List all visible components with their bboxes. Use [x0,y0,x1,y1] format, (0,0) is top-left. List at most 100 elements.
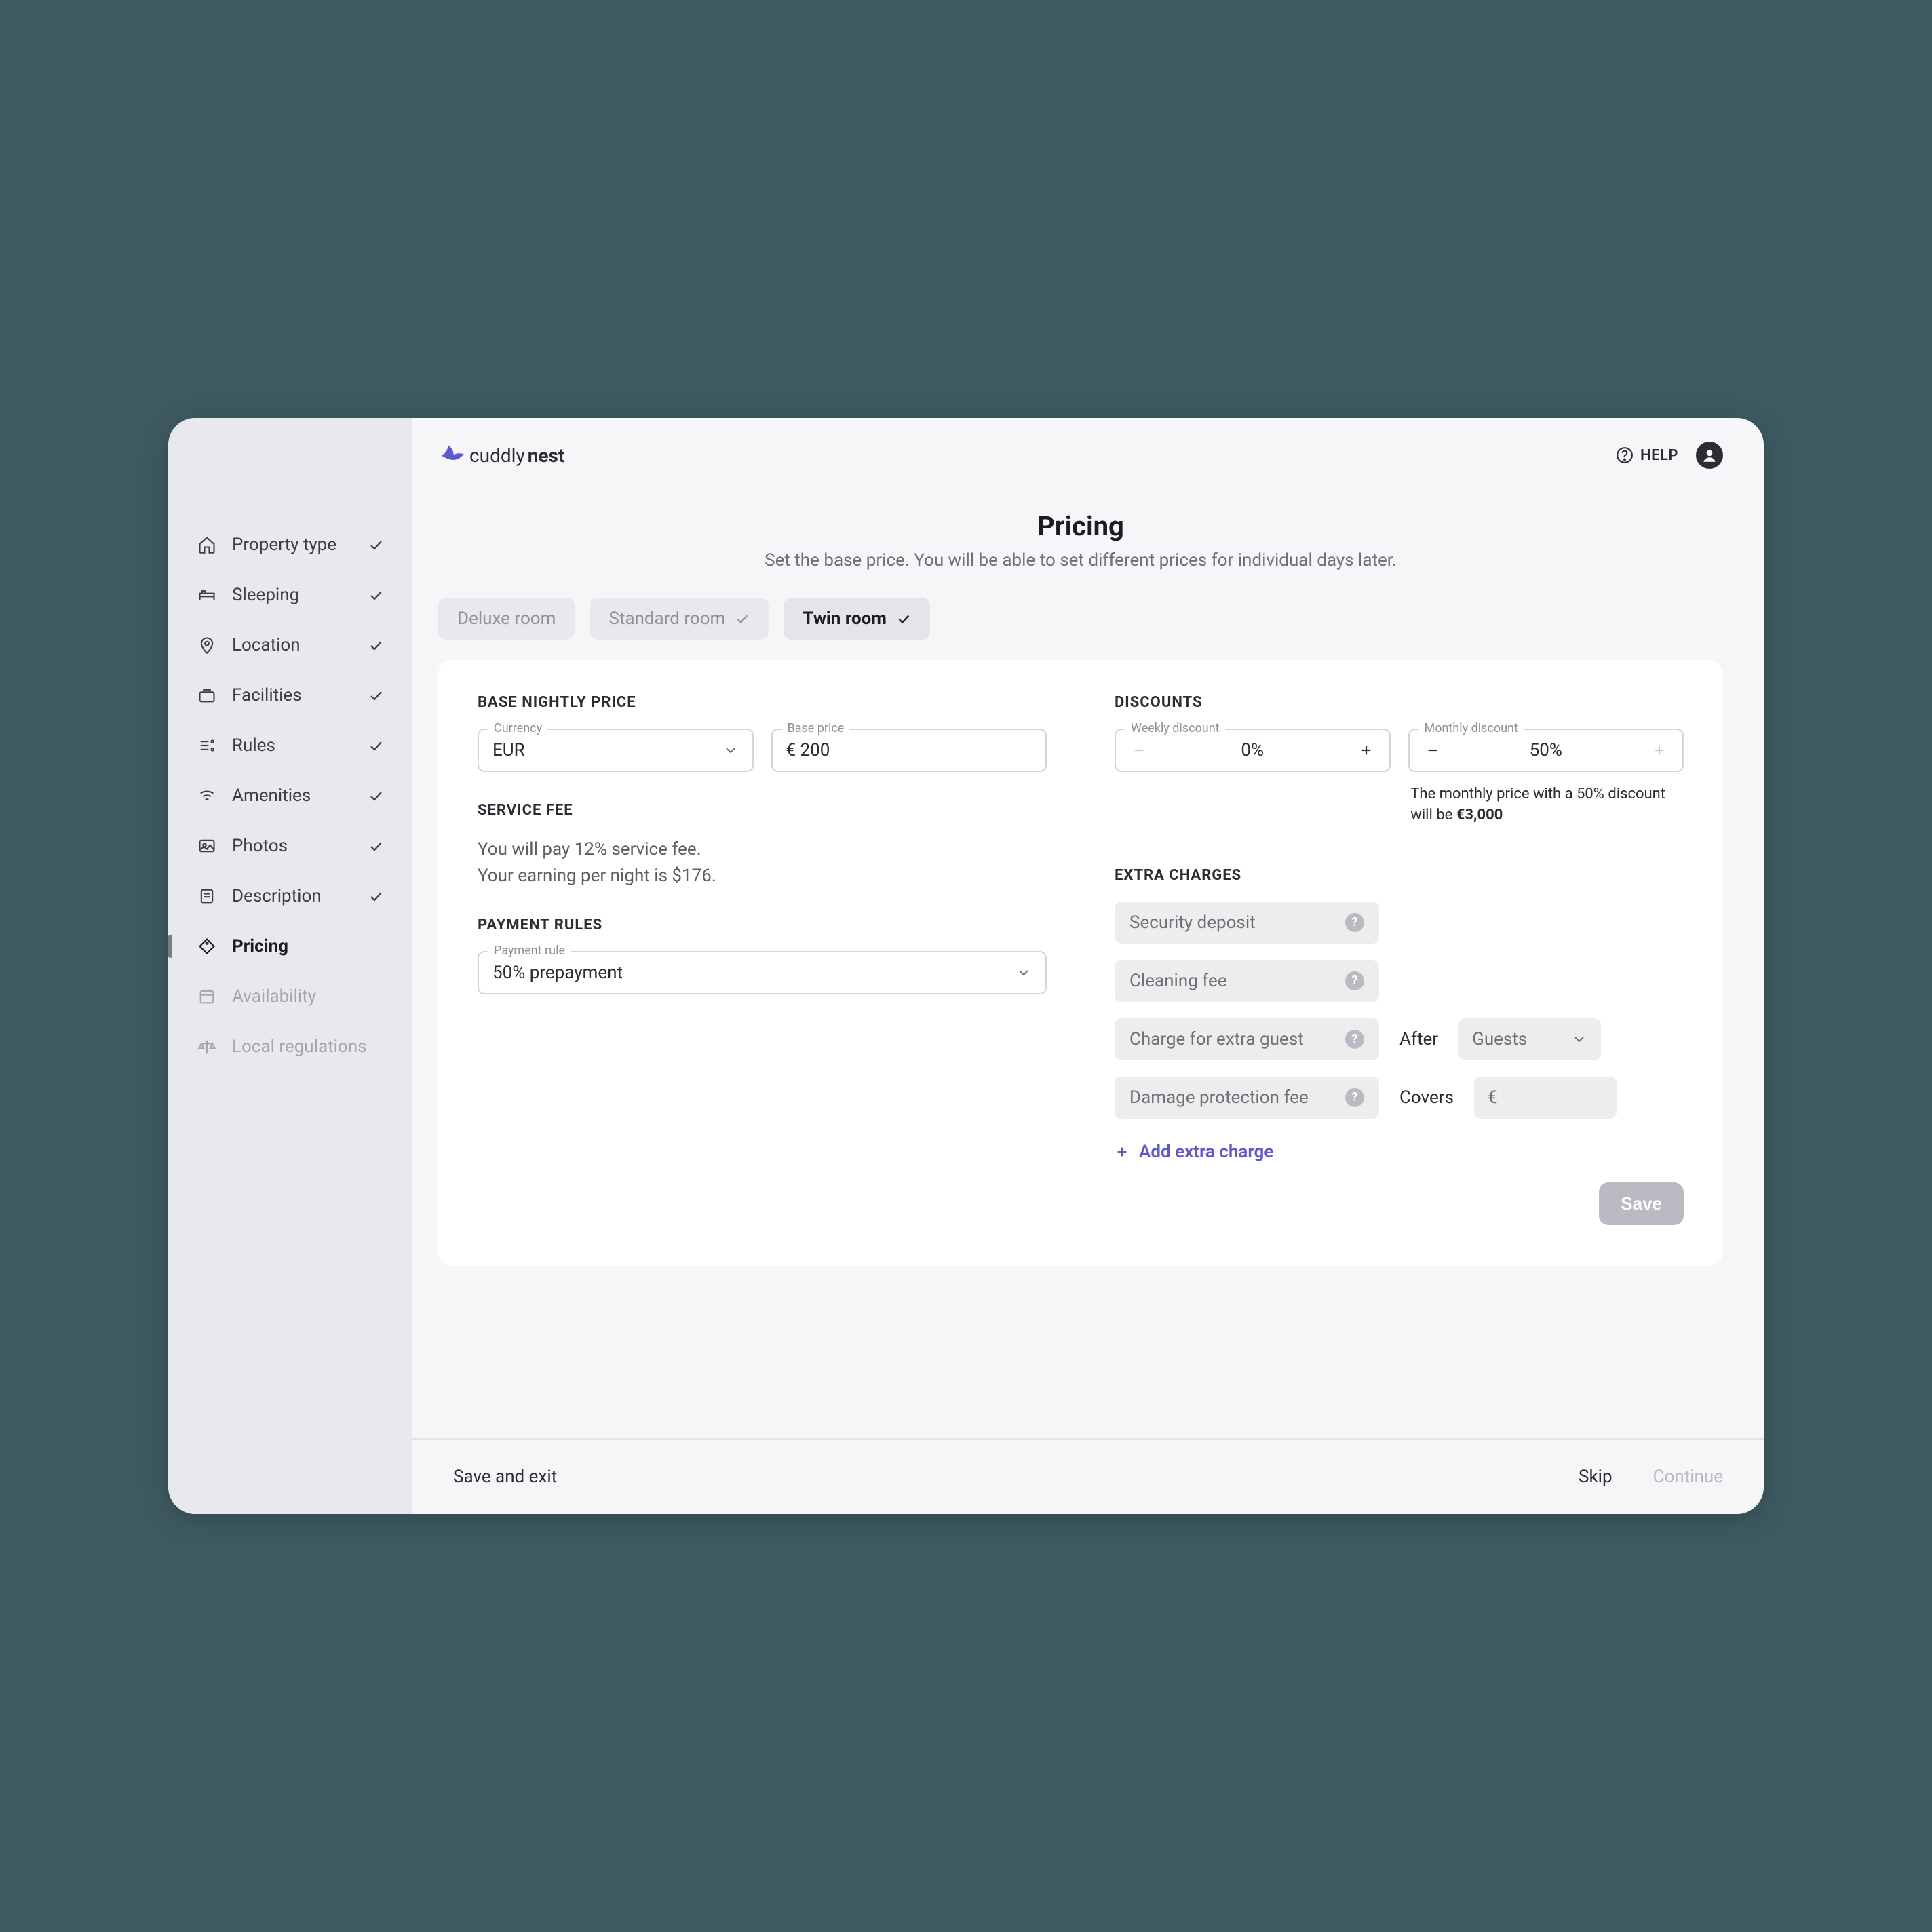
weekly-discount-value: 0% [1241,740,1264,760]
charge-security-deposit[interactable]: Security deposit ? [1115,902,1379,944]
doc-icon [195,885,218,908]
add-extra-charge-button[interactable]: Add extra charge [1115,1142,1684,1162]
home-icon [195,533,218,556]
sidebar-item-label: Photos [232,836,288,856]
save-button[interactable]: Save [1599,1182,1684,1225]
room-tabs: Deluxe room Standard room Twin room [438,598,1723,640]
monthly-discount-value: 50% [1530,740,1562,760]
plus-icon [1652,743,1667,758]
help-tooltip-icon[interactable]: ? [1345,1088,1364,1107]
help-button[interactable]: HELP [1616,446,1678,464]
currency-field[interactable]: Currency EUR [478,729,754,772]
page-subtitle: Set the base price. You will be able to … [438,550,1723,571]
sidebar-item-label: Property type [232,535,336,555]
chevron-down-icon [1571,1031,1587,1047]
tab-label: Standard room [608,608,725,629]
minus-button[interactable] [1129,741,1148,760]
left-column: BASE NIGHTLY PRICE Currency EUR Base pri… [478,694,1047,1162]
check-icon [366,736,385,755]
after-label: After [1399,1029,1438,1049]
weekly-discount-label: Weekly discount [1125,721,1225,735]
sidebar-item-label: Pricing [232,936,288,957]
covers-value: € [1488,1087,1498,1108]
service-fee-line2: Your earning per night is $176. [478,866,716,886]
monthly-discount-label: Monthly discount [1419,721,1524,735]
sidebar-item-label: Location [232,635,301,655]
plus-icon [1115,1144,1129,1159]
base-price-field[interactable]: Base price € 200 [771,729,1047,772]
help-tooltip-icon[interactable]: ? [1345,971,1364,990]
extra-charges-heading: EXTRA CHARGES [1115,867,1684,884]
sidebar-item-photos[interactable]: Photos [168,821,412,871]
sidebar: Property type Sleeping Location [168,418,412,1514]
extra-charges-list: Security deposit ? Cleaning fee ? [1115,902,1684,1162]
charge-cleaning-fee[interactable]: Cleaning fee ? [1115,960,1379,1002]
guests-value: Guests [1472,1029,1527,1049]
discount-note: The monthly price with a 50% discount wi… [1410,784,1684,826]
topbar: cuddlynest HELP [412,418,1764,483]
logo-text-light: cuddly [469,444,525,467]
base-price-field-label: Base price [782,721,850,735]
logo-text-bold: nest [528,444,565,467]
plus-button[interactable] [1357,741,1376,760]
sidebar-item-pricing[interactable]: Pricing [168,921,412,971]
chevron-down-icon [1016,965,1032,981]
payment-rule-value: 50% prepayment [492,963,623,983]
currency-value: EUR [492,740,525,760]
minus-button[interactable] [1423,741,1442,760]
tab-label: Twin room [803,608,887,629]
skip-button[interactable]: Skip [1579,1467,1612,1487]
check-icon [735,611,750,626]
logo[interactable]: cuddlynest [438,441,564,469]
charge-extra-guest[interactable]: Charge for extra guest ? [1115,1018,1379,1060]
continue-button: Continue [1653,1467,1723,1487]
check-icon [896,611,911,626]
tab-deluxe-room[interactable]: Deluxe room [438,598,575,640]
sidebar-item-label: Description [232,886,322,906]
sidebar-item-label: Availability [232,986,316,1007]
discount-note-value: €3,000 [1456,807,1503,824]
discounts-heading: DISCOUNTS [1115,694,1684,711]
sidebar-item-sleeping[interactable]: Sleeping [168,570,412,620]
sidebar-item-amenities[interactable]: Amenities [168,771,412,821]
case-icon [195,684,218,707]
discount-note-prefix: The monthly price with a 50% discount wi… [1410,786,1665,824]
check-icon [366,636,385,655]
user-icon [1701,446,1718,464]
sidebar-item-label: Rules [232,735,275,756]
service-fee-text: You will pay 12% service fee. Your earni… [478,836,1047,889]
page-title: Pricing [438,510,1723,542]
sidebar-item-rules[interactable]: Rules [168,720,412,771]
wifi-icon [195,784,218,807]
avatar[interactable] [1696,442,1723,469]
check-icon [366,535,385,554]
sidebar-item-label: Local regulations [232,1037,367,1057]
sidebar-item-location[interactable]: Location [168,620,412,670]
base-price-heading: BASE NIGHTLY PRICE [478,694,1047,711]
save-and-exit-button[interactable]: Save and exit [453,1467,557,1487]
guests-select[interactable]: Guests [1458,1018,1601,1060]
sidebar-item-description[interactable]: Description [168,871,412,921]
app-window: Property type Sleeping Location [168,418,1764,1514]
covers-input[interactable]: € [1474,1077,1617,1119]
covers-label: Covers [1399,1087,1454,1108]
sidebar-item-property-type[interactable]: Property type [168,520,412,570]
charge-damage-protection[interactable]: Damage protection fee ? [1115,1077,1379,1119]
sidebar-item-facilities[interactable]: Facilities [168,670,412,720]
tab-standard-room[interactable]: Standard room [590,598,769,640]
check-icon [366,585,385,604]
main: cuddlynest HELP Pricing Set the base pri… [412,418,1764,1514]
tab-twin-room[interactable]: Twin room [784,598,930,640]
weekly-discount-stepper: Weekly discount 0% [1115,729,1391,772]
monthly-discount-stepper: Monthly discount 50% [1408,729,1684,772]
help-icon [1616,446,1634,464]
minus-icon [1132,743,1146,758]
minus-icon [1425,743,1440,758]
charge-label: Charge for extra guest [1129,1029,1304,1049]
help-tooltip-icon[interactable]: ? [1345,913,1364,932]
payment-rule-field[interactable]: Payment rule 50% prepayment [478,951,1047,994]
payment-rule-field-label: Payment rule [488,944,571,958]
help-tooltip-icon[interactable]: ? [1345,1030,1364,1049]
plus-button[interactable] [1650,741,1669,760]
charge-row: Security deposit ? [1115,902,1684,944]
